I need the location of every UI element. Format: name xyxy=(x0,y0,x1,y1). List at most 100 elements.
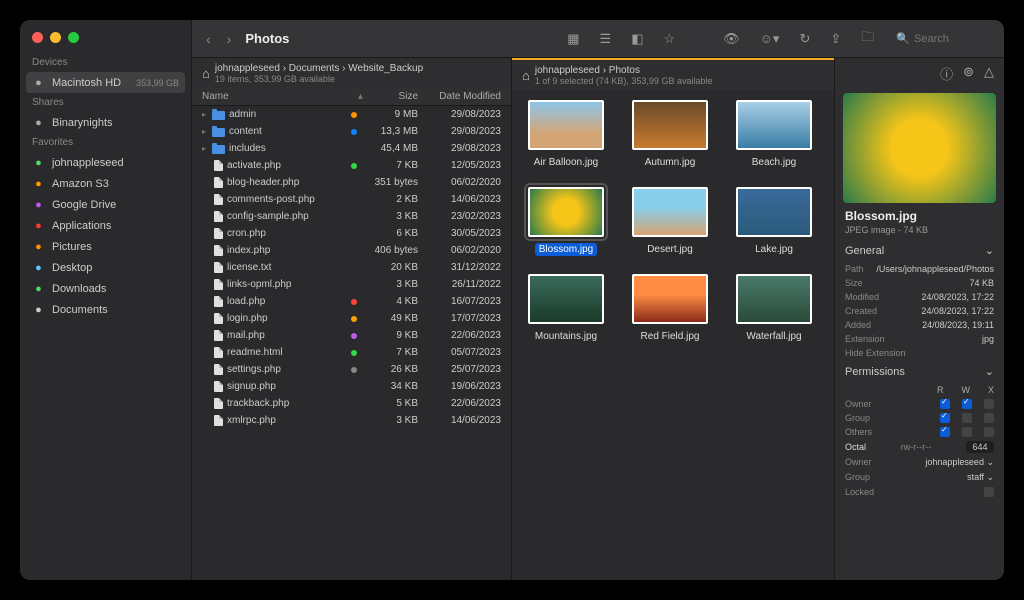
file-date: 06/02/2020 xyxy=(426,177,501,188)
info-row: Size74 KB xyxy=(835,276,1004,290)
zoom-icon[interactable] xyxy=(68,32,79,43)
thumbnail[interactable]: Air Balloon.jpg xyxy=(526,100,606,169)
perm-checkbox[interactable] xyxy=(940,399,950,409)
perm-checkbox[interactable] xyxy=(984,399,994,409)
favorite-icon[interactable]: ☆ xyxy=(657,31,681,47)
view-columns-icon[interactable]: ◧ xyxy=(625,31,649,47)
perm-checkbox[interactable] xyxy=(940,427,950,437)
file-row[interactable]: cron.php6 KB30/05/2023 xyxy=(192,225,511,242)
disclosure-icon[interactable]: ▸ xyxy=(202,110,212,119)
close-icon[interactable] xyxy=(32,32,43,43)
sidebar-item[interactable]: ●Pictures xyxy=(20,236,191,257)
sidebar-item[interactable]: ●Documents xyxy=(20,299,191,320)
perm-locked[interactable]: Locked xyxy=(835,485,1004,499)
sidebar-item[interactable]: ●Applications xyxy=(20,215,191,236)
file-row[interactable]: config-sample.php3 KB23/02/2023 xyxy=(192,208,511,225)
share-icon[interactable]: ⇪ xyxy=(824,31,847,47)
home-icon[interactable]: ⌂ xyxy=(202,66,210,81)
col-date[interactable]: Date Modified xyxy=(426,91,501,102)
view-list-icon[interactable]: ☰ xyxy=(594,31,618,47)
sidebar-item[interactable]: ●Binarynights xyxy=(20,112,191,133)
file-row[interactable]: ▸admin9 MB29/08/2023 xyxy=(192,106,511,123)
file-row[interactable]: mail.php9 KB22/06/2023 xyxy=(192,327,511,344)
thumbnail[interactable]: Desert.jpg xyxy=(630,187,710,256)
disclosure-icon[interactable]: ▸ xyxy=(202,144,212,153)
thumbnail[interactable]: Waterfall.jpg xyxy=(734,274,814,343)
perm-checkbox[interactable] xyxy=(962,427,972,437)
minimize-icon[interactable] xyxy=(50,32,61,43)
file-row[interactable]: settings.php26 KB25/07/2023 xyxy=(192,361,511,378)
sync-icon[interactable]: ↻ xyxy=(793,31,816,47)
preview-icon[interactable]: 👁 xyxy=(717,31,746,47)
perm-checkbox[interactable] xyxy=(984,427,994,437)
perm-checkbox[interactable] xyxy=(962,413,972,423)
list-header[interactable]: Name ▴ Size Date Modified xyxy=(192,88,511,106)
thumbnail[interactable]: Red Field.jpg xyxy=(630,274,710,343)
view-grid-icon[interactable]: ▦ xyxy=(561,31,585,47)
perm-checkbox[interactable] xyxy=(984,413,994,423)
file-row[interactable]: index.php406 bytes06/02/2020 xyxy=(192,242,511,259)
file-row[interactable]: license.txt20 KB31/12/2022 xyxy=(192,259,511,276)
pathbar-right[interactable]: ⌂ johnappleseed › Photos 1 of 9 selected… xyxy=(512,60,834,90)
sidebar-item[interactable]: ●Amazon S3 xyxy=(20,173,191,194)
section-general[interactable]: General ⌄ xyxy=(835,239,1004,262)
sidebar-item[interactable]: ●Desktop xyxy=(20,257,191,278)
file-row[interactable]: ▸content13,3 MB29/08/2023 xyxy=(192,123,511,140)
thumbnail[interactable]: Beach.jpg xyxy=(734,100,814,169)
sidebar-item[interactable]: ●Macintosh HD353,99 GB xyxy=(26,72,185,93)
file-date: 05/07/2023 xyxy=(426,347,501,358)
file-icon xyxy=(214,296,223,307)
thumbnail[interactable]: Lake.jpg xyxy=(734,187,814,256)
tag-icon xyxy=(351,265,357,271)
section-permissions[interactable]: Permissions ⌄ xyxy=(835,360,1004,383)
folder-icon xyxy=(212,145,225,154)
tags-icon[interactable]: ☺︎▾ xyxy=(754,31,786,47)
thumbnail[interactable]: Blossom.jpg xyxy=(526,187,606,256)
file-row[interactable]: login.php49 KB17/07/2023 xyxy=(192,310,511,327)
thumbnail[interactable]: Autumn.jpg xyxy=(630,100,710,169)
thumbnail[interactable]: Mountains.jpg xyxy=(526,274,606,343)
breadcrumb[interactable]: johnappleseed › Photos xyxy=(535,65,713,76)
activity-icon[interactable]: ⊚ xyxy=(963,64,974,83)
disclosure-icon[interactable]: ▸ xyxy=(202,127,212,136)
file-row[interactable]: trackback.php5 KB22/06/2023 xyxy=(192,395,511,412)
file-row[interactable]: ▸includes45,4 MB29/08/2023 xyxy=(192,140,511,157)
file-icon xyxy=(214,177,223,188)
thumbnail-image xyxy=(528,100,604,150)
file-row[interactable]: signup.php34 KB19/06/2023 xyxy=(192,378,511,395)
col-size[interactable]: Size xyxy=(363,91,418,102)
col-name[interactable]: Name xyxy=(202,91,358,102)
locked-checkbox[interactable] xyxy=(984,487,994,497)
sidebar-item[interactable]: ●Downloads xyxy=(20,278,191,299)
pathbar-left[interactable]: ⌂ johnappleseed › Documents › Website_Ba… xyxy=(192,58,511,88)
file-name: links-opml.php xyxy=(227,279,351,290)
sidebar: Devices ●Macintosh HD353,99 GB Shares ●B… xyxy=(20,20,192,580)
perm-checkbox[interactable] xyxy=(940,413,950,423)
sidebar-item[interactable]: ●Google Drive xyxy=(20,194,191,215)
info-row: Added24/08/2023, 19:11 xyxy=(835,318,1004,332)
info-icon[interactable]: ⓘ xyxy=(940,64,953,83)
octal-input[interactable] xyxy=(966,441,994,453)
perm-checkbox[interactable] xyxy=(962,399,972,409)
perm-group[interactable]: Group staff ⌄ xyxy=(835,470,1004,485)
pane-left: ⌂ johnappleseed › Documents › Website_Ba… xyxy=(192,58,512,580)
file-row[interactable]: activate.php7 KB12/05/2023 xyxy=(192,157,511,174)
search-input[interactable] xyxy=(914,33,994,45)
perm-owner[interactable]: Owner johnappleseed ⌄ xyxy=(835,455,1004,470)
warn-icon[interactable]: △ xyxy=(984,64,994,83)
home-icon[interactable]: ⌂ xyxy=(522,68,530,83)
file-date: 22/06/2023 xyxy=(426,398,501,409)
file-row[interactable]: links-opml.php3 KB26/11/2022 xyxy=(192,276,511,293)
file-row[interactable]: comments-post.php2 KB14/06/2023 xyxy=(192,191,511,208)
file-row[interactable]: xmlrpc.php3 KB14/06/2023 xyxy=(192,412,511,429)
sidebar-item[interactable]: ●johnappleseed xyxy=(20,152,191,173)
thumbnail-label: Desert.jpg xyxy=(643,243,697,256)
search-field[interactable]: 🔍 xyxy=(896,32,994,45)
file-row[interactable]: load.php4 KB16/07/2023 xyxy=(192,293,511,310)
forward-button[interactable]: › xyxy=(223,31,236,47)
new-folder-icon[interactable]: 🗀 xyxy=(855,28,880,50)
back-button[interactable]: ‹ xyxy=(202,31,215,47)
file-row[interactable]: blog-header.php351 bytes06/02/2020 xyxy=(192,174,511,191)
breadcrumb[interactable]: johnappleseed › Documents › Website_Back… xyxy=(215,63,423,74)
file-row[interactable]: readme.html7 KB05/07/2023 xyxy=(192,344,511,361)
